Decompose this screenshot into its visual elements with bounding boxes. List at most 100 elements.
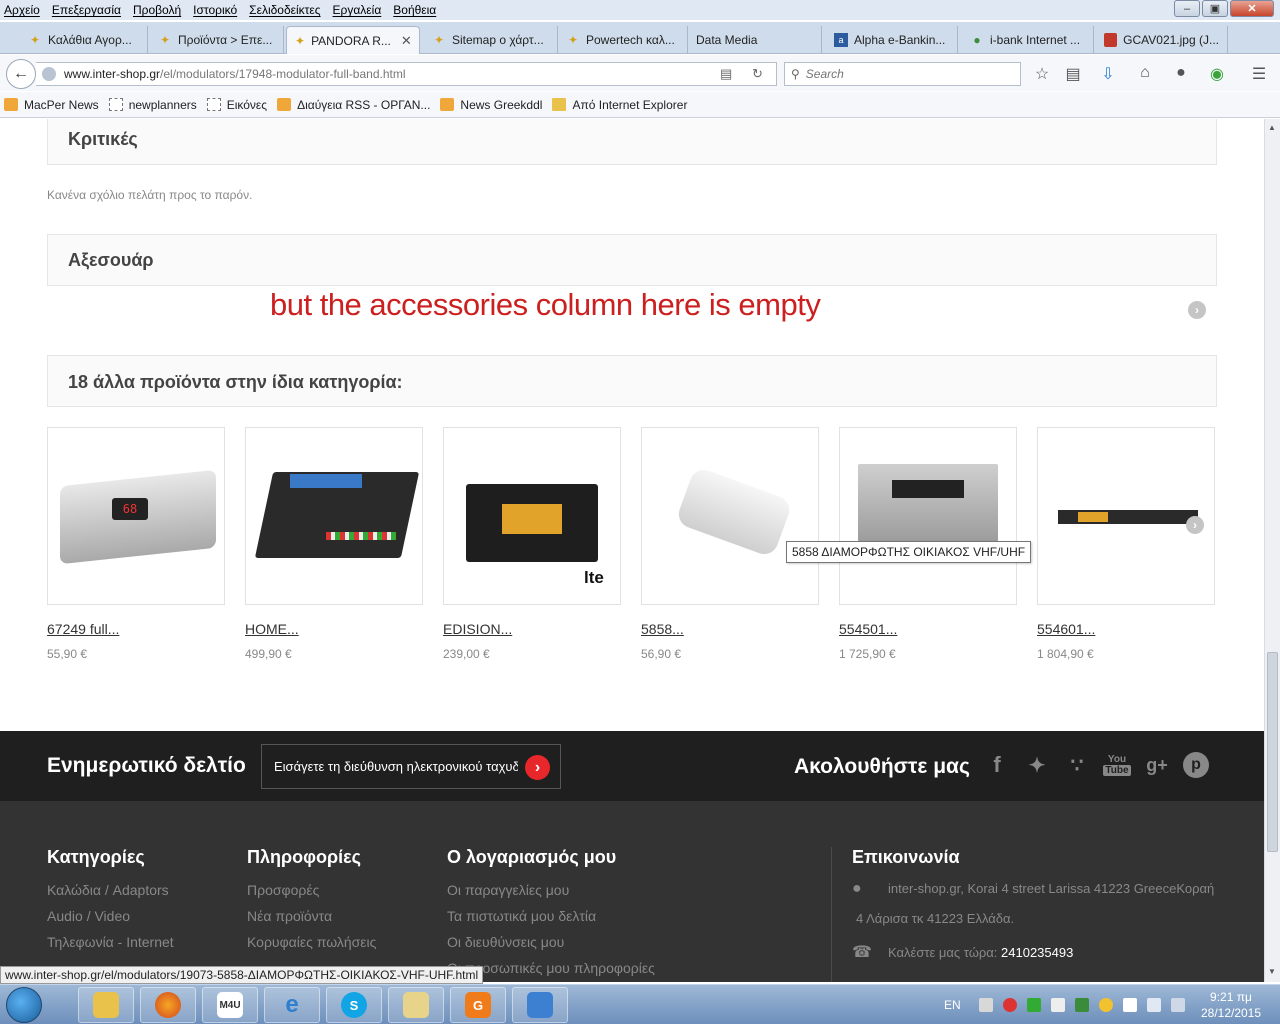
product-name[interactable]: 554501...: [839, 621, 1017, 637]
footer-link[interactable]: Νέα προϊόντα: [247, 908, 376, 924]
tab-7[interactable]: a Alpha e-Bankin...: [826, 26, 958, 54]
scrollbar-thumb[interactable]: [1267, 652, 1278, 852]
volume-icon[interactable]: [1170, 998, 1185, 1012]
taskbar-photos[interactable]: [388, 987, 444, 1023]
close-window-button[interactable]: ✕: [1230, 0, 1274, 17]
newsletter-email-input[interactable]: Εισάγετε τη διεύθυνση ηλεκτρονικού ταχυδ…: [261, 744, 561, 789]
google-plus-icon[interactable]: g+: [1143, 751, 1171, 779]
menu-view[interactable]: Προβολή: [133, 3, 181, 17]
reload-icon[interactable]: ↻: [752, 66, 763, 82]
tab-6[interactable]: Data Media: [688, 26, 822, 54]
product-card[interactable]: 554601... 1 804,90 €: [1037, 427, 1215, 661]
monitor-icon[interactable]: [1146, 998, 1161, 1012]
footer-link[interactable]: Τα πιστωτικά μου δελτία: [447, 908, 655, 924]
clock[interactable]: 9:21 πμ 28/12/2015: [1200, 989, 1262, 1021]
search-input[interactable]: [805, 67, 1006, 81]
taskbar-app[interactable]: [512, 987, 568, 1023]
taskbar-explorer[interactable]: [78, 987, 134, 1023]
chrome-icon[interactable]: [1098, 998, 1113, 1012]
carousel-next-icon[interactable]: ›: [1186, 516, 1204, 534]
addon-icon[interactable]: ◉: [1207, 64, 1227, 84]
pinterest-icon[interactable]: p: [1183, 752, 1209, 778]
tab-2[interactable]: ✦ Προϊόντα > Επε...: [150, 26, 284, 54]
facebook-icon[interactable]: f: [983, 751, 1011, 779]
product-image[interactable]: [839, 427, 1017, 605]
scroll-up-icon[interactable]: ▲: [1268, 123, 1276, 132]
bookmark-item[interactable]: Διαύγεια RSS - ΟΡΓΑΝ...: [277, 98, 430, 112]
taskbar-firefox[interactable]: [140, 987, 196, 1023]
search-box[interactable]: ⚲: [784, 62, 1021, 86]
twitter-icon[interactable]: ✦: [1023, 751, 1051, 779]
reader-view-icon[interactable]: ▤: [720, 66, 732, 82]
product-image[interactable]: [1037, 427, 1215, 605]
taskbar-ie[interactable]: e: [264, 987, 320, 1023]
tab-1[interactable]: ✦ Καλάθια Αγορ...: [20, 26, 148, 54]
home-icon[interactable]: ⌂: [1135, 64, 1155, 82]
tab-active[interactable]: ✦ PANDORA R... ✕: [286, 26, 420, 54]
tab-9[interactable]: GCAV021.jpg (J...: [1096, 26, 1228, 54]
scroll-down-icon[interactable]: ▼: [1268, 967, 1276, 976]
bookmark-item[interactable]: MacPer News: [4, 98, 99, 112]
tab-5[interactable]: ✦ Powertech καλ...: [558, 26, 688, 54]
url-bar[interactable]: www.inter-shop.gr/el/modulators/17948-mo…: [36, 62, 777, 86]
folder-icon: [93, 992, 119, 1018]
tab-4[interactable]: ✦ Sitemap ο χάρτ...: [424, 26, 558, 54]
bookmark-item[interactable]: newplanners: [108, 98, 197, 112]
product-name[interactable]: EDISION...: [443, 621, 621, 637]
footer-link[interactable]: Προσφορές: [247, 882, 376, 898]
product-image[interactable]: [641, 427, 819, 605]
shield-icon[interactable]: [1026, 998, 1041, 1012]
tab-8[interactable]: ● i-bank Internet ...: [962, 26, 1094, 54]
taskbar-skype[interactable]: S: [326, 987, 382, 1023]
product-card[interactable]: 68 67249 full... 55,90 €: [47, 427, 225, 661]
product-image[interactable]: 68: [47, 427, 225, 605]
flag-icon[interactable]: [1122, 998, 1137, 1012]
bookmarks-list-icon[interactable]: ▤: [1063, 64, 1083, 84]
page-scrollbar[interactable]: ▲ ▼: [1264, 119, 1280, 982]
back-button[interactable]: ←: [6, 59, 36, 89]
bookmark-item[interactable]: News Greekddl: [440, 98, 542, 112]
product-name[interactable]: 554601...: [1037, 621, 1215, 637]
antivirus-icon[interactable]: [1002, 998, 1017, 1012]
footer-link[interactable]: Audio / Video: [47, 908, 174, 924]
footer-link[interactable]: Κορυφαίες πωλήσεις: [247, 934, 376, 950]
downloads-icon[interactable]: ⇩: [1098, 64, 1118, 84]
carousel-next-icon[interactable]: ›: [1188, 301, 1206, 319]
menu-hamburger-icon[interactable]: ☰: [1249, 64, 1269, 84]
chat-icon[interactable]: ●: [1171, 64, 1191, 82]
bookmark-item[interactable]: Εικόνες: [206, 98, 267, 112]
network-icon[interactable]: [1050, 998, 1065, 1012]
restore-button[interactable]: ▣: [1202, 0, 1228, 17]
youtube-icon[interactable]: You Tube: [1103, 751, 1131, 779]
taskbar-m4u[interactable]: M4U: [202, 987, 258, 1023]
newsletter-submit-button[interactable]: ›: [525, 755, 550, 780]
menu-history[interactable]: Ιστορικό: [193, 3, 237, 17]
start-button[interactable]: [6, 987, 42, 1023]
product-card[interactable]: lte EDISION... 239,00 €: [443, 427, 621, 661]
product-name[interactable]: HOME...: [245, 621, 423, 637]
product-card[interactable]: HOME... 499,90 €: [245, 427, 423, 661]
bookmark-folder[interactable]: Από Internet Explorer: [552, 98, 687, 112]
menu-help[interactable]: Βοήθεια: [393, 3, 436, 17]
taskbar-pdf[interactable]: G: [450, 987, 506, 1023]
menu-tools[interactable]: Εργαλεία: [333, 3, 382, 17]
language-indicator[interactable]: EN: [944, 998, 961, 1012]
menu-file[interactable]: Αρχείο: [4, 3, 40, 17]
footer-link[interactable]: Οι παραγγελίες μου: [447, 882, 655, 898]
footer-link[interactable]: Οι διευθύνσεις μου: [447, 934, 655, 950]
printer-icon[interactable]: [978, 998, 993, 1012]
product-image[interactable]: [245, 427, 423, 605]
bookmark-star-icon[interactable]: ☆: [1032, 64, 1052, 84]
rss-feed-icon[interactable]: ∵: [1063, 751, 1091, 779]
minimize-button[interactable]: –: [1174, 0, 1200, 17]
footer-link[interactable]: Καλώδια / Adaptors: [47, 882, 174, 898]
menu-bookmarks[interactable]: Σελιδοδείκτες: [249, 3, 320, 17]
update-icon[interactable]: [1074, 998, 1089, 1012]
product-name[interactable]: 5858...: [641, 621, 819, 637]
product-name[interactable]: 67249 full...: [47, 621, 225, 637]
product-image[interactable]: lte: [443, 427, 621, 605]
phone-number[interactable]: 2410235493: [1001, 938, 1073, 968]
menu-edit[interactable]: Επεξεργασία: [52, 3, 121, 17]
footer-link[interactable]: Τηλεφωνία - Internet: [47, 934, 174, 950]
close-tab-icon[interactable]: ✕: [401, 33, 412, 49]
